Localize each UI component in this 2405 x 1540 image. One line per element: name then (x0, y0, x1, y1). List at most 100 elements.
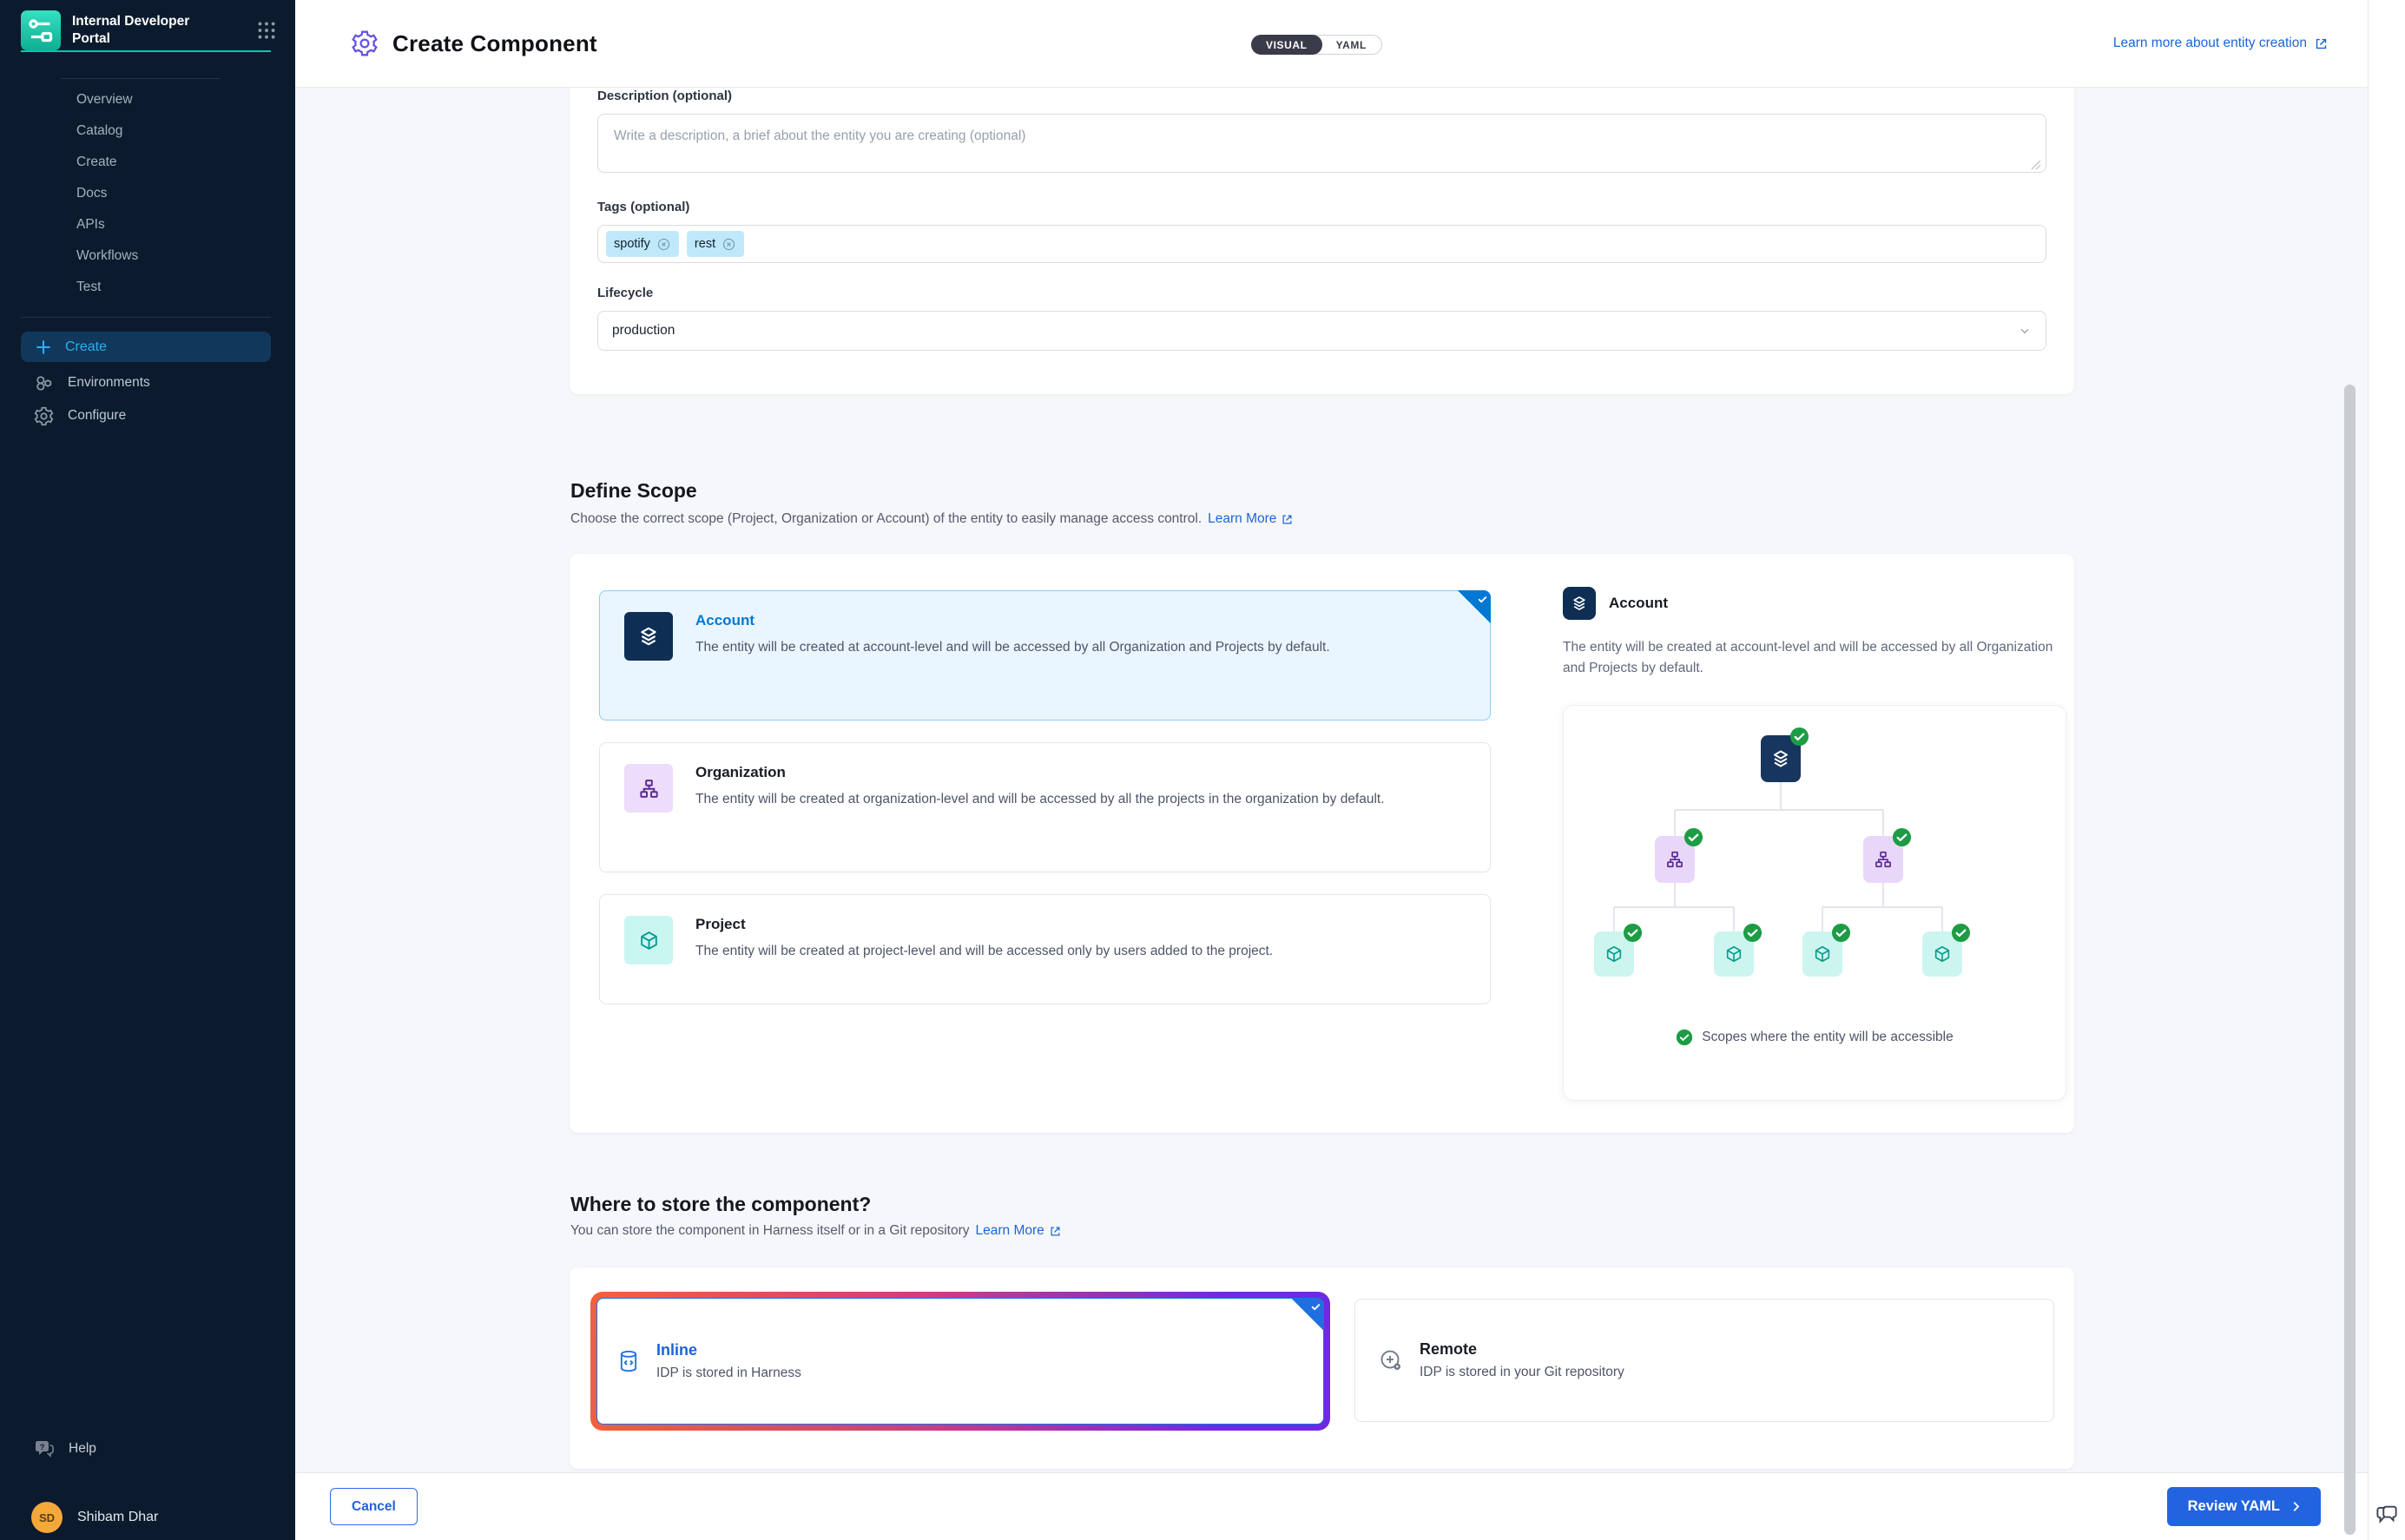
scope-detail-description: The entity will be created at account-le… (1563, 637, 2065, 679)
avatar: SD (31, 1502, 63, 1533)
chevron-down-icon (2018, 324, 2032, 338)
sidebar-item-test[interactable]: Test (0, 272, 295, 303)
tag-chip: rest (687, 231, 744, 257)
vertical-scrollbar-thumb[interactable] (2344, 385, 2356, 1535)
store-subtitle-text: You can store the component in Harness i… (570, 1223, 970, 1239)
store-option-title: Remote (1420, 1340, 1624, 1359)
selected-check-badge (1291, 1298, 1324, 1331)
tab-yaml[interactable]: YAML (1321, 36, 1381, 54)
sidebar-item-apis[interactable]: APIs (0, 209, 295, 240)
lifecycle-label: Lifecycle (597, 286, 2046, 300)
configure-label: Configure (68, 408, 126, 424)
scope-option-description: The entity will be created at organizati… (695, 789, 1385, 810)
remove-tag-icon[interactable] (656, 237, 671, 252)
diagram-project-node (1594, 931, 1634, 977)
lifecycle-select[interactable]: production (597, 311, 2046, 351)
user-name: Shibam Dhar (77, 1510, 158, 1525)
tags-label: Tags (optional) (597, 200, 2046, 214)
scope-option-description: The entity will be created at project-le… (695, 941, 1273, 962)
create-label: Create (65, 339, 107, 355)
organization-hierarchy-icon (624, 764, 673, 813)
external-link-icon (1281, 513, 1294, 526)
help-chat-icon: ? (33, 1438, 56, 1460)
store-option-inline[interactable]: Inline IDP is stored in Harness (596, 1298, 1324, 1425)
check-badge-icon (1892, 827, 1912, 847)
define-scope-subtitle-text: Choose the correct scope (Project, Organ… (570, 511, 1202, 527)
define-scope-title: Define Scope (570, 479, 697, 503)
component-details-card: Description (optional) Tags (optional) s… (570, 49, 2074, 394)
tag-chip: spotify (606, 231, 679, 257)
resize-handle-icon[interactable] (2031, 160, 2041, 170)
sidebar-divider (61, 78, 221, 79)
scope-option-title: Project (695, 916, 1273, 933)
brand-row: Internal Developer Portal (0, 0, 295, 50)
scope-option-description: The entity will be created at account-le… (695, 637, 1330, 658)
review-yaml-button[interactable]: Review YAML (2167, 1487, 2321, 1526)
sidebar-item-create[interactable]: Create (0, 147, 295, 178)
lifecycle-value: production (612, 323, 675, 339)
learn-more-label: Learn More (976, 1223, 1044, 1239)
diagram-account-node (1761, 735, 1801, 782)
external-link-icon (1049, 1225, 1062, 1238)
tab-visual[interactable]: VISUAL (1251, 35, 1322, 55)
idp-logo-icon (21, 10, 61, 50)
store-option-description: IDP is stored in your Git repository (1420, 1365, 1624, 1380)
scope-option-account[interactable]: Account The entity will be created at ac… (599, 590, 1491, 721)
check-badge-icon (1789, 727, 1809, 747)
tag-chip-label: spotify (614, 237, 650, 251)
scope-option-title: Account (695, 612, 1330, 629)
sidebar-item-workflows[interactable]: Workflows (0, 240, 295, 272)
sidebar-item-environments[interactable]: Environments (0, 369, 295, 397)
app-grid-icon[interactable] (255, 19, 278, 42)
user-menu[interactable]: SD Shibam Dhar (31, 1502, 158, 1533)
sidebar-item-docs[interactable]: Docs (0, 178, 295, 209)
diagram-organization-node (1655, 836, 1695, 883)
page-title: Create Component (392, 30, 597, 57)
check-badge-icon (1831, 923, 1851, 943)
sidebar-item-configure[interactable]: Configure (0, 402, 295, 430)
scope-selection-panel: Account The entity will be created at ac… (570, 554, 2074, 1133)
description-label: Description (optional) (597, 89, 2046, 103)
check-badge-icon (1951, 923, 1971, 943)
sidebar-item-help[interactable]: ? Help (33, 1438, 96, 1460)
brand-title: Internal Developer Portal (72, 13, 208, 48)
scope-option-project[interactable]: Project The entity will be created at pr… (599, 894, 1491, 1004)
diagram-caption: Scopes where the entity will be accessib… (1564, 1029, 2066, 1046)
diagram-project-node (1802, 931, 1842, 977)
chat-support-icon[interactable] (2374, 1502, 2400, 1528)
learn-more-entity-creation-link[interactable]: Learn more about entity creation (2113, 36, 2329, 51)
scope-learn-more-link[interactable]: Learn More (1208, 511, 1294, 527)
chevron-right-icon (2289, 1499, 2303, 1514)
scope-option-organization[interactable]: Organization The entity will be created … (599, 742, 1491, 872)
store-option-remote[interactable]: Remote IDP is stored in your Git reposit… (1354, 1299, 2054, 1422)
right-utility-rail (2368, 0, 2405, 1540)
project-cube-icon (624, 916, 673, 964)
scope-option-title: Organization (695, 764, 1385, 781)
diagram-caption-text: Scopes where the entity will be accessib… (1702, 1030, 1953, 1045)
learn-more-label: Learn more about entity creation (2113, 36, 2307, 51)
scope-detail-header: Account (1563, 587, 1668, 620)
account-layers-icon (1563, 587, 1596, 620)
check-badge-icon (1684, 827, 1703, 847)
help-label: Help (69, 1441, 96, 1457)
scope-diagram: Scopes where the entity will be accessib… (1563, 705, 2066, 1101)
diagram-organization-node (1863, 836, 1903, 883)
sidebar-item-catalog[interactable]: Catalog (0, 115, 295, 147)
description-input[interactable] (597, 114, 2046, 173)
tags-input[interactable]: spotify rest (597, 225, 2046, 263)
review-yaml-label: Review YAML (2188, 1498, 2280, 1515)
selected-check-badge (1458, 590, 1491, 623)
account-layers-icon (624, 612, 673, 661)
tag-chip-label: rest (695, 237, 715, 251)
store-option-description: IDP is stored in Harness (656, 1366, 801, 1381)
define-scope-subtitle: Choose the correct scope (Project, Organ… (570, 511, 1294, 527)
store-option-title: Inline (656, 1341, 801, 1359)
remote-git-icon (1378, 1347, 1404, 1373)
check-badge-icon (1743, 923, 1763, 943)
store-section-subtitle: You can store the component in Harness i… (570, 1223, 1062, 1239)
cancel-button[interactable]: Cancel (330, 1488, 418, 1525)
remove-tag-icon[interactable] (722, 237, 736, 252)
sidebar-create-button[interactable]: Create (21, 332, 271, 362)
sidebar-item-overview[interactable]: Overview (0, 84, 295, 115)
store-learn-more-link[interactable]: Learn More (976, 1223, 1062, 1239)
